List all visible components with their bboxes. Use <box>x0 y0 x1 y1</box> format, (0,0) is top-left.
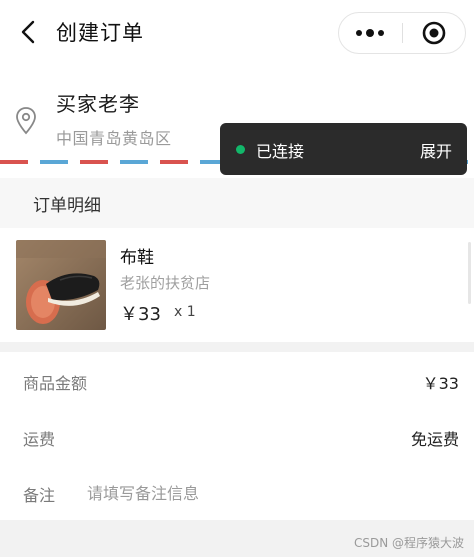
order-details-title: 订单明细 <box>33 196 101 216</box>
expand-button[interactable]: 展开 <box>420 138 452 162</box>
shop-name: 老张的扶贫店 <box>120 274 211 292</box>
note-label: 备注 <box>23 486 56 505</box>
order-details-header: 订单明细 <box>0 178 474 228</box>
connection-status: 已连接 <box>256 142 305 161</box>
target-close-icon <box>422 21 446 45</box>
amount-value: ￥33 <box>422 374 459 393</box>
navigation-bar: 创建订单 <box>0 0 474 72</box>
note-row: 备注 <box>0 464 474 520</box>
location-pin-icon <box>16 107 36 135</box>
note-input[interactable] <box>87 480 447 506</box>
connection-toast: 已连接 展开 <box>220 123 467 175</box>
shipping-value: 免运费 <box>410 430 459 449</box>
product-quantity: x 1 <box>174 304 196 320</box>
shipping-row: 运费 免运费 <box>0 408 474 464</box>
product-name: 布鞋 <box>120 248 154 268</box>
product-price: ￥33 <box>120 304 161 325</box>
menu-capsule <box>338 12 466 54</box>
recipient-name: 买家老李 <box>56 92 140 116</box>
more-button[interactable] <box>339 13 402 53</box>
close-miniprogram-button[interactable] <box>402 13 465 53</box>
shipping-label: 运费 <box>23 430 56 449</box>
amount-row: 商品金额 ￥33 <box>0 352 474 408</box>
product-image <box>16 240 106 330</box>
product-item[interactable]: 布鞋 老张的扶贫店 ￥33 x 1 <box>0 228 474 342</box>
back-arrow-icon <box>21 20 35 44</box>
watermark: CSDN @程序猿大波 <box>353 536 464 550</box>
scroll-indicator <box>468 242 471 304</box>
connected-status-icon <box>236 145 245 154</box>
more-dots-icon <box>354 29 386 37</box>
amount-label: 商品金额 <box>23 374 88 393</box>
address-region: 中国青岛黄岛区 <box>56 129 172 148</box>
order-summary: 商品金额 ￥33 运费 免运费 备注 <box>0 352 474 520</box>
back-button[interactable] <box>14 18 42 46</box>
page-title: 创建订单 <box>56 21 144 45</box>
